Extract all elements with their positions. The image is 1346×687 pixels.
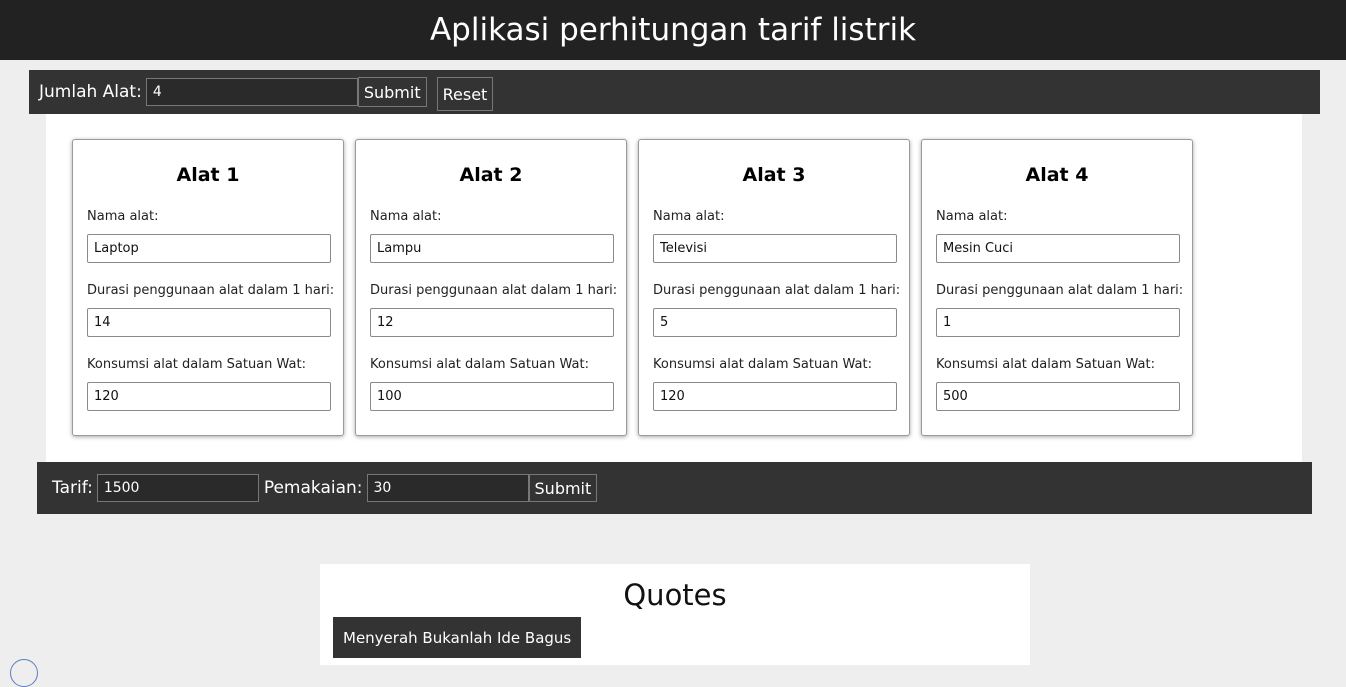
device-duration-input[interactable] [370, 308, 614, 337]
device-cards-area: Alat 1 Nama alat: Durasi penggunaan alat… [46, 114, 1302, 462]
quotes-panel: Quotes Menyerah Bukanlah Ide Bagus [320, 564, 1030, 665]
device-duration-label: Durasi penggunaan alat dalam 1 hari: [936, 283, 1184, 298]
tariff-input[interactable] [96, 474, 259, 502]
device-name-input[interactable] [370, 234, 614, 263]
device-card-title: Alat 1 [176, 164, 240, 186]
usage-label: Pemakaian: [263, 478, 363, 498]
device-consumption-input[interactable] [87, 382, 331, 411]
device-name-input[interactable] [653, 234, 897, 263]
quote-text: Menyerah Bukanlah Ide Bagus [333, 617, 582, 658]
device-name-input[interactable] [936, 234, 1180, 263]
device-duration-input[interactable] [653, 308, 897, 337]
circle-icon [10, 659, 38, 687]
device-count-input[interactable] [145, 78, 358, 106]
device-card-2: Alat 2 Nama alat: Durasi penggunaan alat… [355, 139, 627, 436]
tariff-bar: Tarif: Pemakaian: Submit [37, 462, 1312, 514]
device-count-bar: Jumlah Alat: Submit Reset [29, 70, 1320, 114]
app-header: Aplikasi perhitungan tarif listrik [0, 0, 1346, 60]
device-card-4: Alat 4 Nama alat: Durasi penggunaan alat… [921, 139, 1193, 436]
tariff-label: Tarif: [52, 478, 93, 498]
device-name-label: Nama alat: [653, 209, 725, 224]
device-count-label: Jumlah Alat: [39, 82, 142, 102]
device-consumption-label: Konsumsi alat dalam Satuan Wat: [936, 357, 1155, 372]
device-card-3: Alat 3 Nama alat: Durasi penggunaan alat… [638, 139, 910, 436]
device-duration-label: Durasi penggunaan alat dalam 1 hari: [87, 283, 335, 298]
device-duration-label: Durasi penggunaan alat dalam 1 hari: [370, 283, 618, 298]
device-card-title: Alat 2 [459, 164, 523, 186]
device-duration-input[interactable] [87, 308, 331, 337]
device-name-label: Nama alat: [87, 209, 159, 224]
device-consumption-input[interactable] [936, 382, 1180, 411]
device-card-1: Alat 1 Nama alat: Durasi penggunaan alat… [72, 139, 344, 436]
device-consumption-input[interactable] [653, 382, 897, 411]
device-consumption-label: Konsumsi alat dalam Satuan Wat: [370, 357, 589, 372]
usage-input[interactable] [366, 474, 529, 502]
device-name-label: Nama alat: [936, 209, 1008, 224]
device-name-label: Nama alat: [370, 209, 442, 224]
tariff-submit-button[interactable]: Submit [528, 474, 598, 502]
device-consumption-label: Konsumsi alat dalam Satuan Wat: [87, 357, 306, 372]
device-duration-label: Durasi penggunaan alat dalam 1 hari: [653, 283, 901, 298]
device-consumption-label: Konsumsi alat dalam Satuan Wat: [653, 357, 872, 372]
device-name-input[interactable] [87, 234, 331, 263]
device-card-title: Alat 4 [1025, 164, 1089, 186]
device-count-submit-button[interactable]: Submit [357, 77, 427, 107]
device-consumption-input[interactable] [370, 382, 614, 411]
quotes-title: Quotes [623, 578, 727, 612]
device-duration-input[interactable] [936, 308, 1180, 337]
reset-button[interactable]: Reset [436, 77, 494, 111]
device-card-title: Alat 3 [742, 164, 806, 186]
page-title: Aplikasi perhitungan tarif listrik [429, 12, 917, 48]
